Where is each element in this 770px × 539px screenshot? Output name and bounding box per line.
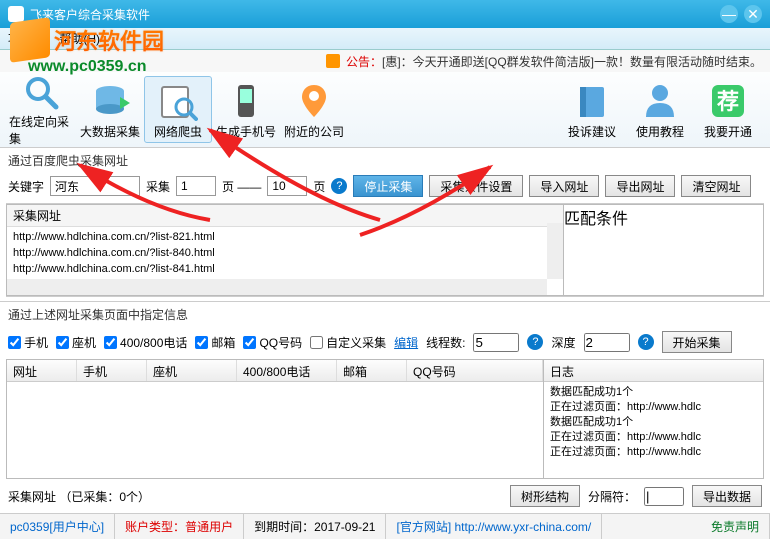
col-tel400[interactable]: 400/800电话: [237, 360, 337, 381]
match-header: 匹配条件: [564, 205, 763, 229]
scrollbar-vertical[interactable]: [547, 223, 563, 279]
sep-label: 分隔符：: [588, 488, 636, 505]
log-line: 正在过滤页面：http://www.hdlc: [550, 400, 757, 415]
log-line: 数据匹配成功1个: [550, 415, 757, 430]
sep-input[interactable]: [644, 487, 684, 506]
grid-body[interactable]: [7, 382, 543, 478]
section2-label: 通过上述网址采集页面中指定信息: [0, 301, 770, 325]
list-item[interactable]: http://www.hdlchina.com.cn/?list-840.htm…: [13, 245, 557, 261]
edit-link[interactable]: 编辑: [394, 334, 418, 351]
collect-summary: 采集网址 （已采集：0个）: [8, 488, 150, 505]
menu-help[interactable]: 帮助(H): [59, 30, 100, 47]
bottom-row: 采集网址 （已采集：0个） 树形结构 分隔符： 导出数据: [0, 479, 770, 513]
result-area: 网址 手机 座机 400/800电话 邮箱 QQ号码 日志 数据匹配成功1个 正…: [6, 359, 764, 479]
help-icon[interactable]: ?: [638, 334, 654, 350]
match-panel: 匹配条件: [564, 204, 764, 296]
result-grid: 网址 手机 座机 400/800电话 邮箱 QQ号码: [7, 360, 543, 478]
filter-qq[interactable]: QQ号码: [243, 334, 302, 351]
col-mobile[interactable]: 手机: [77, 360, 147, 381]
export-url-button[interactable]: 导出网址: [605, 175, 675, 197]
minimize-button[interactable]: —: [720, 5, 738, 23]
window-title: 飞来客户综合采集软件: [30, 6, 150, 23]
search-page-icon: [156, 79, 200, 123]
filter-custom[interactable]: 自定义采集: [310, 334, 386, 351]
activate-icon: 荐: [706, 79, 750, 123]
status-site[interactable]: [官方网站] http://www.yxr-china.com/: [386, 514, 602, 539]
annotation-arrow: [350, 155, 510, 245]
log-line: 正在过滤页面：http://www.hdlc: [550, 430, 757, 445]
threads-label: 线程数:: [426, 334, 465, 351]
filter-mobile[interactable]: 手机: [8, 334, 48, 351]
scrollbar-horizontal[interactable]: [7, 279, 547, 295]
magnifier-icon: [20, 73, 64, 113]
col-url[interactable]: 网址: [7, 360, 77, 381]
threads-input[interactable]: [473, 333, 519, 352]
log-body: 数据匹配成功1个 正在过滤页面：http://www.hdlc 数据匹配成功1个…: [544, 382, 763, 463]
tool-activate[interactable]: 荐 我要开通: [694, 76, 762, 143]
tool-feedback[interactable]: 投诉建议: [558, 76, 626, 143]
phone-icon: [224, 79, 268, 123]
log-header: 日志: [544, 360, 763, 382]
log-panel: 日志 数据匹配成功1个 正在过滤页面：http://www.hdlc 数据匹配成…: [543, 360, 763, 478]
keyword-label: 关键字: [8, 178, 44, 195]
list-item[interactable]: http://www.hdlchina.com.cn/?list-841.htm…: [13, 261, 557, 277]
start-collect-button[interactable]: 开始采集: [662, 331, 732, 353]
annotation-arrow: [60, 150, 220, 230]
filter-tel[interactable]: 座机: [56, 334, 96, 351]
status-expire: 到期时间：2017-09-21: [244, 514, 386, 539]
filter-row: 手机 座机 400/800电话 邮箱 QQ号码 自定义采集 编辑 线程数: ? …: [0, 325, 770, 359]
announce-text: [惠]：今天开通即送[QQ群发软件简洁版]一款！数量有限活动随时结束。: [382, 53, 762, 70]
menubar: 功能(F) 帮助(H): [0, 28, 770, 50]
status-disclaimer[interactable]: 免责声明: [602, 514, 770, 539]
statusbar: pc0359[用户中心] 账户类型：普通用户 到期时间：2017-09-21 […: [0, 513, 770, 539]
depth-input[interactable]: [584, 333, 630, 352]
svg-text:荐: 荐: [717, 89, 739, 114]
announcement-bar: 公告： [惠]：今天开通即送[QQ群发软件简洁版]一款！数量有限活动随时结束。: [0, 50, 770, 72]
close-button[interactable]: ✕: [744, 5, 762, 23]
help-icon[interactable]: ?: [527, 334, 543, 350]
log-line: 正在过滤页面：http://www.hdlc: [550, 445, 757, 460]
export-data-button[interactable]: 导出数据: [692, 485, 762, 507]
tree-button[interactable]: 树形结构: [510, 485, 580, 507]
col-tel[interactable]: 座机: [147, 360, 237, 381]
location-icon: [292, 79, 336, 123]
filter-mail[interactable]: 邮箱: [195, 334, 235, 351]
menu-func[interactable]: 功能(F): [8, 30, 47, 47]
status-user-center[interactable]: pc0359[用户中心]: [0, 514, 115, 539]
announce-label: 公告：: [346, 53, 382, 70]
person-icon: [638, 79, 682, 123]
database-icon: [88, 79, 132, 123]
grid-header: 网址 手机 座机 400/800电话 邮箱 QQ号码: [7, 360, 543, 382]
import-url-button[interactable]: 导入网址: [529, 175, 599, 197]
sound-icon: [326, 54, 340, 68]
depth-label: 深度: [551, 334, 575, 351]
clear-url-button[interactable]: 清空网址: [681, 175, 751, 197]
status-account: 账户类型：普通用户: [115, 514, 244, 539]
app-icon: [8, 6, 24, 22]
tool-online[interactable]: 在线定向采集: [8, 76, 76, 143]
filter-tel400[interactable]: 400/800电话: [104, 334, 187, 351]
titlebar: 飞来客户综合采集软件 — ✕: [0, 0, 770, 28]
tool-bigdata[interactable]: 大数据采集: [76, 76, 144, 143]
col-qq[interactable]: QQ号码: [407, 360, 543, 381]
notebook-icon: [570, 79, 614, 123]
log-line: 数据匹配成功1个: [550, 385, 757, 400]
col-mail[interactable]: 邮箱: [337, 360, 407, 381]
tool-tutorial[interactable]: 使用教程: [626, 76, 694, 143]
